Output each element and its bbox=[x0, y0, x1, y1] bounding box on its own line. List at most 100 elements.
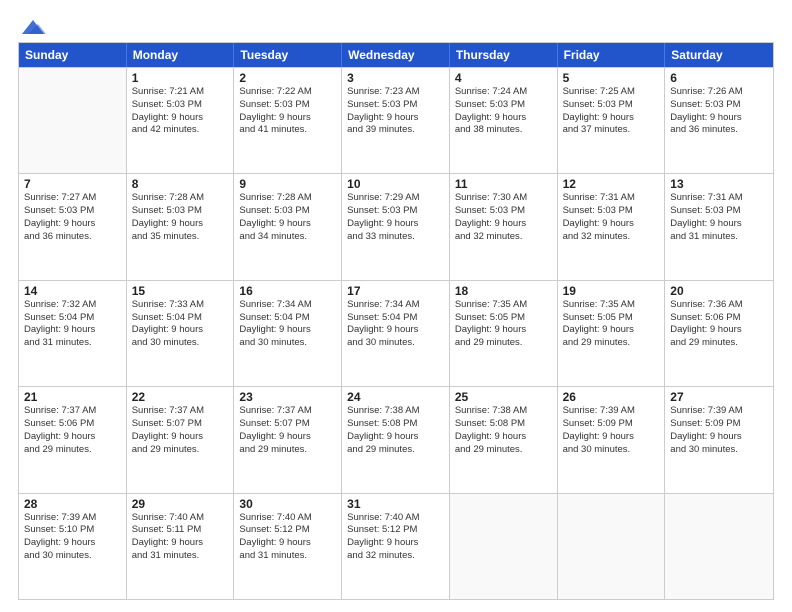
day-number: 25 bbox=[455, 390, 552, 404]
day-number: 21 bbox=[24, 390, 121, 404]
page: SundayMondayTuesdayWednesdayThursdayFrid… bbox=[0, 0, 792, 612]
day-details: Sunrise: 7:29 AM Sunset: 5:03 PM Dayligh… bbox=[347, 192, 444, 243]
day-details: Sunrise: 7:39 AM Sunset: 5:09 PM Dayligh… bbox=[563, 405, 660, 456]
day-number: 15 bbox=[132, 284, 229, 298]
day-number: 11 bbox=[455, 177, 552, 191]
day-number: 17 bbox=[347, 284, 444, 298]
day-number: 16 bbox=[239, 284, 336, 298]
day-number: 2 bbox=[239, 71, 336, 85]
calendar-row: 14Sunrise: 7:32 AM Sunset: 5:04 PM Dayli… bbox=[19, 280, 773, 386]
table-row: 15Sunrise: 7:33 AM Sunset: 5:04 PM Dayli… bbox=[127, 281, 235, 386]
day-details: Sunrise: 7:36 AM Sunset: 5:06 PM Dayligh… bbox=[670, 299, 768, 350]
day-number: 13 bbox=[670, 177, 768, 191]
weekday-header-wednesday: Wednesday bbox=[342, 43, 450, 67]
day-details: Sunrise: 7:28 AM Sunset: 5:03 PM Dayligh… bbox=[132, 192, 229, 243]
table-row: 24Sunrise: 7:38 AM Sunset: 5:08 PM Dayli… bbox=[342, 387, 450, 492]
weekday-header-thursday: Thursday bbox=[450, 43, 558, 67]
day-number: 30 bbox=[239, 497, 336, 511]
day-details: Sunrise: 7:37 AM Sunset: 5:07 PM Dayligh… bbox=[239, 405, 336, 456]
day-details: Sunrise: 7:24 AM Sunset: 5:03 PM Dayligh… bbox=[455, 86, 552, 137]
table-row: 13Sunrise: 7:31 AM Sunset: 5:03 PM Dayli… bbox=[665, 174, 773, 279]
table-row: 23Sunrise: 7:37 AM Sunset: 5:07 PM Dayli… bbox=[234, 387, 342, 492]
day-number: 4 bbox=[455, 71, 552, 85]
day-details: Sunrise: 7:27 AM Sunset: 5:03 PM Dayligh… bbox=[24, 192, 121, 243]
day-details: Sunrise: 7:38 AM Sunset: 5:08 PM Dayligh… bbox=[347, 405, 444, 456]
table-row: 27Sunrise: 7:39 AM Sunset: 5:09 PM Dayli… bbox=[665, 387, 773, 492]
table-row: 4Sunrise: 7:24 AM Sunset: 5:03 PM Daylig… bbox=[450, 68, 558, 173]
table-row: 21Sunrise: 7:37 AM Sunset: 5:06 PM Dayli… bbox=[19, 387, 127, 492]
table-row: 5Sunrise: 7:25 AM Sunset: 5:03 PM Daylig… bbox=[558, 68, 666, 173]
table-row: 26Sunrise: 7:39 AM Sunset: 5:09 PM Dayli… bbox=[558, 387, 666, 492]
table-row: 3Sunrise: 7:23 AM Sunset: 5:03 PM Daylig… bbox=[342, 68, 450, 173]
day-number: 10 bbox=[347, 177, 444, 191]
day-details: Sunrise: 7:40 AM Sunset: 5:12 PM Dayligh… bbox=[239, 512, 336, 563]
table-row: 6Sunrise: 7:26 AM Sunset: 5:03 PM Daylig… bbox=[665, 68, 773, 173]
day-number: 27 bbox=[670, 390, 768, 404]
day-number: 24 bbox=[347, 390, 444, 404]
table-row: 10Sunrise: 7:29 AM Sunset: 5:03 PM Dayli… bbox=[342, 174, 450, 279]
day-number: 12 bbox=[563, 177, 660, 191]
weekday-header-tuesday: Tuesday bbox=[234, 43, 342, 67]
day-details: Sunrise: 7:25 AM Sunset: 5:03 PM Dayligh… bbox=[563, 86, 660, 137]
calendar-row: 21Sunrise: 7:37 AM Sunset: 5:06 PM Dayli… bbox=[19, 386, 773, 492]
day-number: 1 bbox=[132, 71, 229, 85]
table-row: 14Sunrise: 7:32 AM Sunset: 5:04 PM Dayli… bbox=[19, 281, 127, 386]
calendar-row: 28Sunrise: 7:39 AM Sunset: 5:10 PM Dayli… bbox=[19, 493, 773, 599]
table-row bbox=[450, 494, 558, 599]
calendar: SundayMondayTuesdayWednesdayThursdayFrid… bbox=[18, 42, 774, 600]
table-row: 8Sunrise: 7:28 AM Sunset: 5:03 PM Daylig… bbox=[127, 174, 235, 279]
logo bbox=[18, 18, 46, 32]
day-number: 23 bbox=[239, 390, 336, 404]
day-details: Sunrise: 7:31 AM Sunset: 5:03 PM Dayligh… bbox=[563, 192, 660, 243]
weekday-header-sunday: Sunday bbox=[19, 43, 127, 67]
weekday-header-friday: Friday bbox=[558, 43, 666, 67]
day-number: 20 bbox=[670, 284, 768, 298]
day-number: 3 bbox=[347, 71, 444, 85]
day-details: Sunrise: 7:22 AM Sunset: 5:03 PM Dayligh… bbox=[239, 86, 336, 137]
day-details: Sunrise: 7:30 AM Sunset: 5:03 PM Dayligh… bbox=[455, 192, 552, 243]
table-row: 12Sunrise: 7:31 AM Sunset: 5:03 PM Dayli… bbox=[558, 174, 666, 279]
day-details: Sunrise: 7:23 AM Sunset: 5:03 PM Dayligh… bbox=[347, 86, 444, 137]
day-details: Sunrise: 7:37 AM Sunset: 5:07 PM Dayligh… bbox=[132, 405, 229, 456]
weekday-header-saturday: Saturday bbox=[665, 43, 773, 67]
day-details: Sunrise: 7:39 AM Sunset: 5:09 PM Dayligh… bbox=[670, 405, 768, 456]
day-number: 6 bbox=[670, 71, 768, 85]
table-row: 17Sunrise: 7:34 AM Sunset: 5:04 PM Dayli… bbox=[342, 281, 450, 386]
day-number: 26 bbox=[563, 390, 660, 404]
day-details: Sunrise: 7:21 AM Sunset: 5:03 PM Dayligh… bbox=[132, 86, 229, 137]
day-number: 19 bbox=[563, 284, 660, 298]
calendar-row: 1Sunrise: 7:21 AM Sunset: 5:03 PM Daylig… bbox=[19, 67, 773, 173]
table-row bbox=[558, 494, 666, 599]
day-details: Sunrise: 7:40 AM Sunset: 5:11 PM Dayligh… bbox=[132, 512, 229, 563]
day-number: 18 bbox=[455, 284, 552, 298]
day-details: Sunrise: 7:38 AM Sunset: 5:08 PM Dayligh… bbox=[455, 405, 552, 456]
day-details: Sunrise: 7:31 AM Sunset: 5:03 PM Dayligh… bbox=[670, 192, 768, 243]
table-row: 9Sunrise: 7:28 AM Sunset: 5:03 PM Daylig… bbox=[234, 174, 342, 279]
day-number: 7 bbox=[24, 177, 121, 191]
table-row: 7Sunrise: 7:27 AM Sunset: 5:03 PM Daylig… bbox=[19, 174, 127, 279]
table-row: 29Sunrise: 7:40 AM Sunset: 5:11 PM Dayli… bbox=[127, 494, 235, 599]
table-row: 22Sunrise: 7:37 AM Sunset: 5:07 PM Dayli… bbox=[127, 387, 235, 492]
day-details: Sunrise: 7:40 AM Sunset: 5:12 PM Dayligh… bbox=[347, 512, 444, 563]
day-details: Sunrise: 7:28 AM Sunset: 5:03 PM Dayligh… bbox=[239, 192, 336, 243]
calendar-body: 1Sunrise: 7:21 AM Sunset: 5:03 PM Daylig… bbox=[19, 67, 773, 599]
day-number: 29 bbox=[132, 497, 229, 511]
day-number: 8 bbox=[132, 177, 229, 191]
day-number: 28 bbox=[24, 497, 121, 511]
day-number: 22 bbox=[132, 390, 229, 404]
table-row: 1Sunrise: 7:21 AM Sunset: 5:03 PM Daylig… bbox=[127, 68, 235, 173]
day-details: Sunrise: 7:37 AM Sunset: 5:06 PM Dayligh… bbox=[24, 405, 121, 456]
table-row: 28Sunrise: 7:39 AM Sunset: 5:10 PM Dayli… bbox=[19, 494, 127, 599]
calendar-header: SundayMondayTuesdayWednesdayThursdayFrid… bbox=[19, 43, 773, 67]
table-row: 20Sunrise: 7:36 AM Sunset: 5:06 PM Dayli… bbox=[665, 281, 773, 386]
day-details: Sunrise: 7:39 AM Sunset: 5:10 PM Dayligh… bbox=[24, 512, 121, 563]
table-row bbox=[19, 68, 127, 173]
day-number: 31 bbox=[347, 497, 444, 511]
day-number: 5 bbox=[563, 71, 660, 85]
table-row: 19Sunrise: 7:35 AM Sunset: 5:05 PM Dayli… bbox=[558, 281, 666, 386]
day-details: Sunrise: 7:26 AM Sunset: 5:03 PM Dayligh… bbox=[670, 86, 768, 137]
table-row: 30Sunrise: 7:40 AM Sunset: 5:12 PM Dayli… bbox=[234, 494, 342, 599]
table-row: 16Sunrise: 7:34 AM Sunset: 5:04 PM Dayli… bbox=[234, 281, 342, 386]
day-details: Sunrise: 7:32 AM Sunset: 5:04 PM Dayligh… bbox=[24, 299, 121, 350]
table-row: 11Sunrise: 7:30 AM Sunset: 5:03 PM Dayli… bbox=[450, 174, 558, 279]
